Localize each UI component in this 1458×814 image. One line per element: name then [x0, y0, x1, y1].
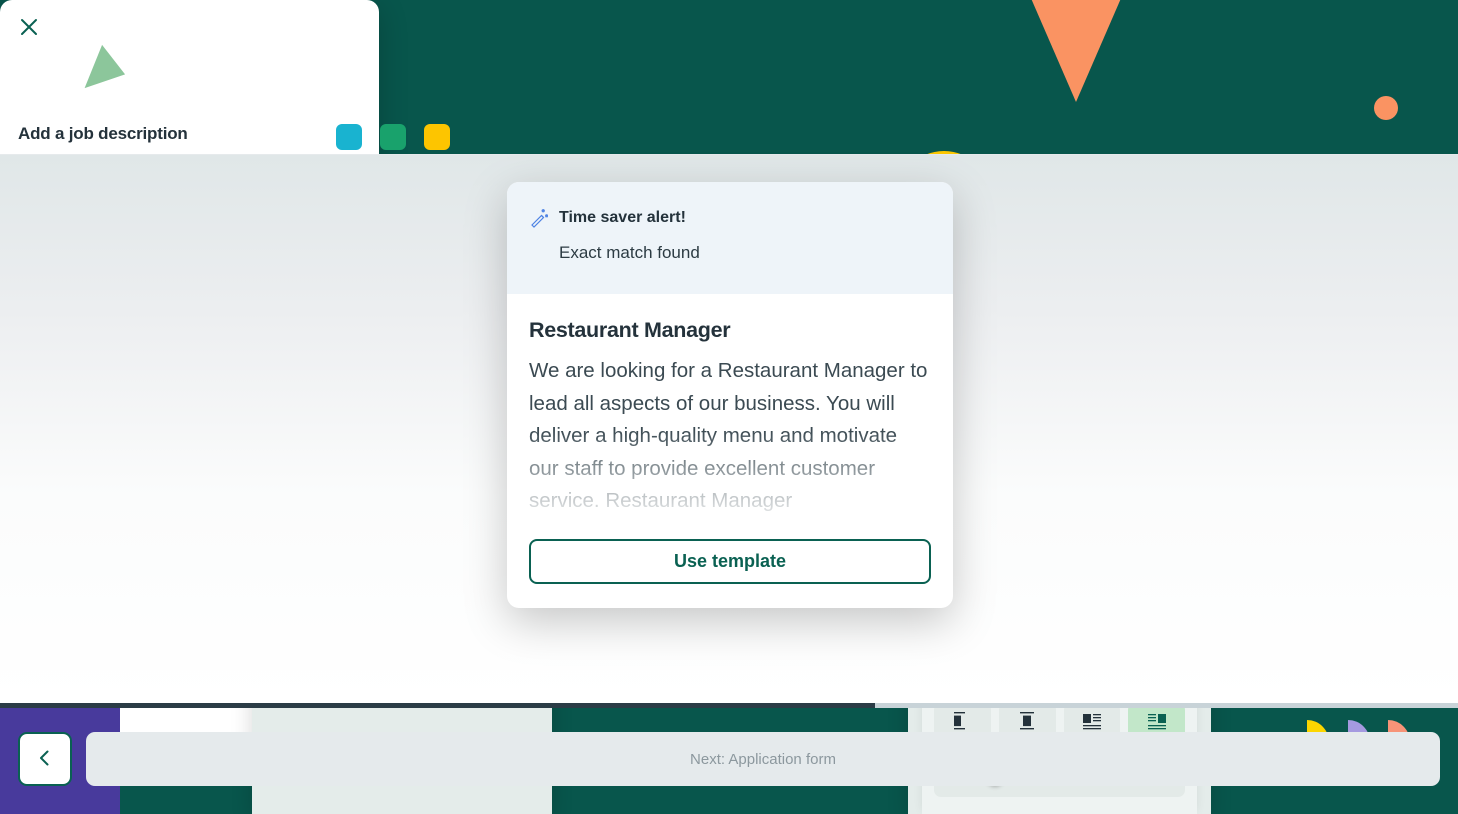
template-job-title: Restaurant Manager	[529, 318, 731, 342]
add-job-description-modal: Add a job description Next: Application …	[0, 0, 1458, 786]
template-description: We are looking for a Restaurant Manager …	[529, 359, 928, 512]
magic-wand-icon	[529, 208, 549, 228]
app-background: Publish a job in just 5 steps 1 Add a jo…	[0, 0, 1458, 814]
modal-navigation: Next: Application form	[18, 732, 1440, 786]
yellow-square-shape	[424, 124, 450, 150]
use-template-button[interactable]: Use template	[529, 539, 931, 584]
close-icon[interactable]	[18, 16, 40, 38]
alert-title: Time saver alert!	[559, 209, 686, 226]
orange-triangle-shape	[958, 0, 1194, 102]
teal-square-shape	[336, 124, 362, 150]
chevron-left-icon	[36, 749, 54, 770]
green-square-shape	[380, 124, 406, 150]
alert-row: Time saver alert!	[529, 208, 923, 228]
next-application-form-button[interactable]: Next: Application form	[86, 732, 1440, 786]
orange-dot-shape	[1374, 96, 1398, 120]
modal-title: Add a job description	[18, 124, 188, 143]
time-saver-banner: Time saver alert! Exact match found	[507, 182, 953, 294]
back-button[interactable]	[18, 732, 72, 786]
alert-subtitle: Exact match found	[559, 243, 700, 262]
template-preview: Restaurant Manager We are looking for a …	[507, 294, 953, 518]
progress-bar-fill	[0, 703, 875, 708]
progress-bar	[0, 703, 1458, 708]
time-saver-template-card: Time saver alert! Exact match found Rest…	[507, 182, 953, 608]
